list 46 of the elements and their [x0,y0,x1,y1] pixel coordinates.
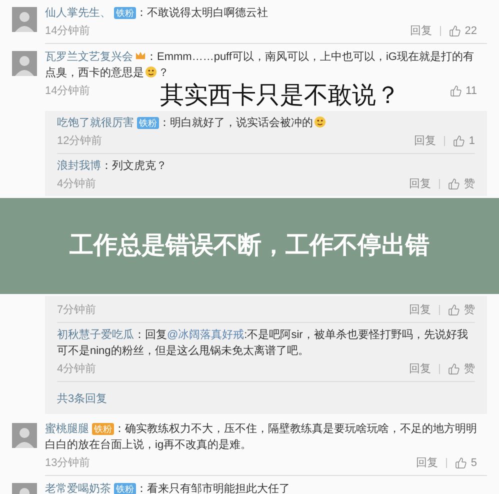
comment-text: 瓦罗兰文艺复兴会 ：Emmm……puff可以，南风可以，上中也可以，iG现在就是打的有点臭，西卡的意思是 ？ [45,49,475,81]
timestamp: 4分钟前 [57,362,96,377]
reply-link[interactable]: 回复 [416,455,438,471]
like-button[interactable]: 赞 [448,176,475,192]
overlay-caption: 其实西卡只是不敢说？ [160,82,400,109]
like-button[interactable]: 1 [452,133,475,149]
fan-badge: 铁粉 [92,423,114,435]
fan-badge: 铁粉 [137,117,159,129]
timestamp: 14分钟前 [45,84,90,99]
thumbs-up-icon [448,363,460,375]
timestamp: 12分钟前 [57,134,102,149]
comment-text: 老常爱喝奶茶 铁粉 ：看来只有邹市明能担此大任了 [45,482,291,494]
like-button[interactable]: 11 [450,83,477,99]
more-replies-link[interactable]: 共3条回复 [57,391,108,407]
like-button[interactable]: 赞 [448,302,475,318]
avatar[interactable] [12,51,37,76]
timestamp: 4分钟前 [57,177,96,192]
reply-link[interactable]: 回复 [409,361,431,377]
comment-text: 浪封我博：列文虎克？ [57,158,168,174]
thumbs-up-icon [448,304,460,316]
emoji-icon [314,116,326,128]
comment-text: 吃饱了就很厉害 铁粉 ：明白就好了，说实话会被冲的 [57,115,475,131]
emoji-icon [145,66,157,78]
reply-link[interactable]: 回复 [410,23,432,39]
reply-link[interactable]: 回复 [409,176,431,192]
comment-text: 蜜桃腿腿 铁粉 ：确实教练权力不大，压不住，隔壁教练真是要玩啥玩啥，不足的地方明明白白的放在台面上说，ig再不改真的是难。 [45,422,477,453]
fan-badge: 铁粉 [114,483,136,494]
like-button[interactable]: 5 [454,455,477,471]
timestamp: 14分钟前 [45,24,90,39]
thumbs-up-icon [454,457,467,469]
timestamp: 13分钟前 [45,456,90,471]
avatar[interactable] [12,423,37,448]
fan-badge: 铁粉 [114,7,136,19]
reply-link[interactable]: 回复 [414,133,436,149]
thumbs-up-icon [448,178,460,190]
thumbs-up-icon [450,85,462,97]
avatar[interactable] [12,7,37,32]
timestamp: 7分钟前 [57,303,96,318]
like-button[interactable]: 22 [448,23,477,39]
comment-text: 仙人掌先生、 铁粉 ：不敢说得太明白啊德云社 [45,6,269,21]
thumbs-up-icon [452,135,465,147]
like-button[interactable]: 赞 [448,361,475,377]
reply-link[interactable]: 回复 [409,302,431,318]
comment-text: 初秋慧子爱吃瓜：回复@冰阔落真好戒:不是吧阿sir，被单杀也要怪打野吗，先说好我可不是ning的粉丝，但是这么甩锅未免太离谱了吧。 [57,328,469,359]
thumbs-up-icon [448,25,461,37]
headline: 工作总是错误不断，工作不停出错 [70,231,430,261]
